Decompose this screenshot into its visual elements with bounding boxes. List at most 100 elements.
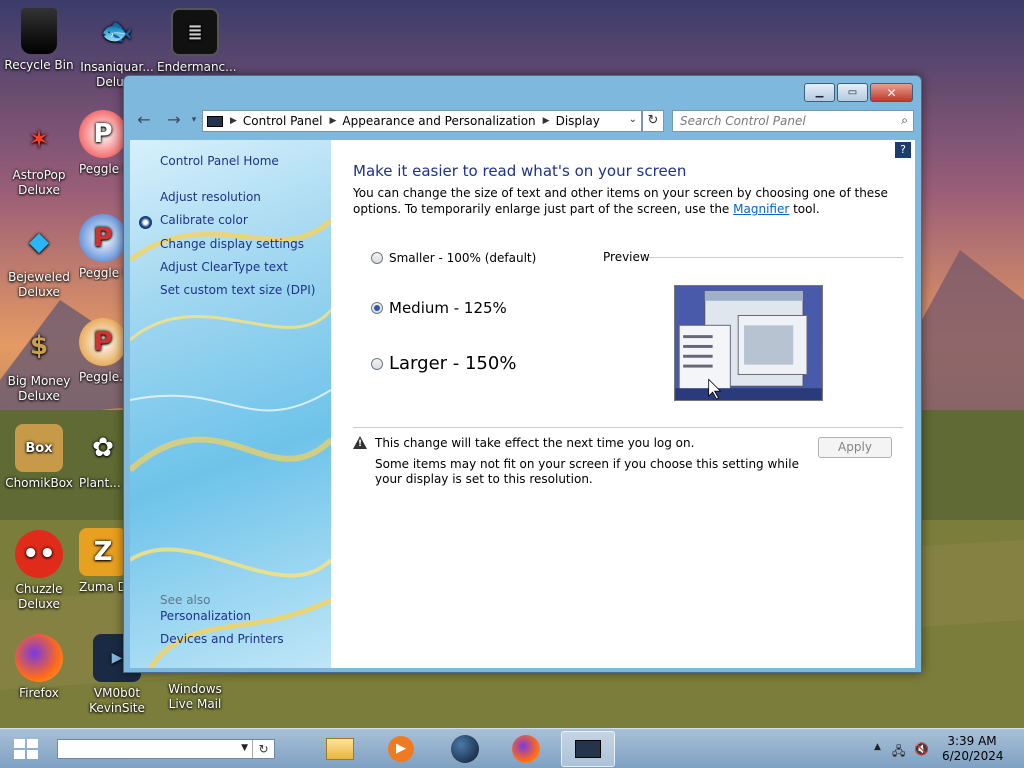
window-content: Control Panel Home Adjust resolution Cal…	[130, 140, 915, 668]
search-input[interactable]: Search Control Panel ⌕	[672, 110, 914, 132]
desktop-icon-astropop[interactable]: ✶ AstroPop Deluxe	[1, 116, 77, 198]
maximize-button[interactable]: ▭	[837, 83, 868, 102]
breadcrumb-arrow-icon[interactable]: ▶	[230, 116, 237, 126]
magnifier-link[interactable]: Magnifier	[733, 202, 789, 216]
option-label: Larger - 150%	[389, 353, 517, 374]
desktop-icon-label: Plant... Zomb...	[79, 476, 125, 490]
back-button[interactable]: ←	[134, 112, 154, 130]
sidebar-link-personalization[interactable]: Personalization	[160, 609, 251, 623]
display-window: ▁ ▭ ✕ ← → ▾ ▶ Control Panel ▶ Appearance…	[123, 75, 922, 673]
page-title: Make it easier to read what's on your sc…	[353, 162, 687, 180]
peggle-icon: P	[79, 110, 125, 158]
refresh-icon[interactable]: ↻	[252, 740, 274, 758]
search-placeholder: Search Control Panel	[680, 114, 806, 128]
address-bar[interactable]: ▶ Control Panel ▶ Appearance and Persona…	[202, 110, 642, 132]
desktop-icon-chuzzle[interactable]: •• Chuzzle Deluxe	[1, 530, 77, 612]
desktop-icon-chomikbox[interactable]: Box ChomikBox	[1, 424, 77, 491]
taskbar-firefox[interactable]	[499, 731, 553, 767]
desktop-icon-label: Endermanc...	[157, 60, 237, 74]
apply-button[interactable]: Apply	[818, 437, 892, 458]
warning-title: This change will take effect the next ti…	[375, 436, 695, 450]
desktop-icon-bejeweled[interactable]: ◆ Bejeweled Deluxe	[1, 218, 77, 300]
show-hidden-icons-button[interactable]: ▲	[874, 742, 881, 752]
address-dropdown-icon[interactable]: ⌄	[629, 114, 637, 125]
desktop-icon-peggle-nights[interactable]: P Peggle N... Delu...	[79, 214, 125, 281]
option-smaller-radio[interactable]: Smaller - 100% (default)	[371, 251, 536, 265]
globe-icon	[451, 735, 479, 763]
breadcrumb-display[interactable]: Display	[556, 114, 600, 128]
desktop-icon-peggle-warcraft[interactable]: P Peggle... of Warc...	[79, 318, 125, 385]
radio-button[interactable]	[371, 252, 383, 264]
media-player-icon: ▶	[388, 736, 414, 762]
forward-arrow-icon: →	[167, 110, 181, 129]
desktop-icon-zuma[interactable]: Z Zuma D...	[79, 528, 125, 595]
desktop-icon-label: Firefox	[19, 686, 59, 700]
desktop-icon-plants-zombies[interactable]: ✿ Plant... Zomb...	[79, 424, 125, 491]
money-bag-icon: $	[29, 330, 49, 361]
desktop-icon-endermanch[interactable]: ≣ Endermanc...	[157, 8, 237, 75]
breadcrumb-appearance[interactable]: Appearance and Personalization	[342, 114, 535, 128]
desktop-icon-peggle[interactable]: P Peggle D...	[79, 110, 125, 177]
radio-button-selected[interactable]	[371, 302, 383, 314]
sidebar: Control Panel Home Adjust resolution Cal…	[130, 140, 331, 668]
taskbar-control-panel[interactable]	[561, 731, 615, 767]
control-panel-icon	[207, 115, 223, 127]
taskbar-media-player[interactable]: ▶	[374, 731, 428, 767]
help-icon[interactable]: ?	[895, 142, 911, 158]
navigation-bar: ← → ▾ ▶ Control Panel ▶ Appearance and P…	[124, 104, 921, 136]
search-icon[interactable]: ⌕	[901, 113, 908, 128]
sidebar-link-adjust-resolution[interactable]: Adjust resolution	[160, 190, 261, 204]
close-icon: ✕	[886, 85, 897, 100]
option-larger-radio[interactable]: Larger - 150%	[371, 353, 516, 374]
clock[interactable]: 3:39 AM 6/20/2024	[942, 734, 1004, 764]
recent-pages-button[interactable]: ▾	[184, 112, 204, 130]
desktop-icon-big-money[interactable]: $ Big Money Deluxe	[1, 322, 77, 404]
title-bar[interactable]: ▁ ▭ ✕	[124, 76, 921, 104]
taskbar-globe-app[interactable]	[438, 731, 492, 767]
section-divider	[353, 427, 903, 428]
firefox-icon	[512, 735, 540, 763]
sidebar-control-panel-home[interactable]: Control Panel Home	[160, 154, 279, 168]
sidebar-link-adjust-cleartype[interactable]: Adjust ClearType text	[160, 260, 288, 274]
forward-button[interactable]: →	[164, 112, 184, 130]
astropop-icon: ✶	[28, 124, 50, 155]
recycle-bin-icon	[21, 8, 57, 54]
option-medium-radio[interactable]: Medium - 125%	[371, 299, 507, 317]
taskbar: ▼ ↻ ▶ ▲ 🖧 🔇 3:39 AM 6/20/2024	[0, 728, 1024, 768]
desktop-icon-label: ChomikBox	[5, 476, 73, 490]
breadcrumb-control-panel[interactable]: Control Panel	[243, 114, 323, 128]
breadcrumb-arrow-icon[interactable]: ▶	[543, 116, 550, 126]
minimize-button[interactable]: ▁	[804, 83, 835, 102]
clock-time: 3:39 AM	[947, 734, 997, 748]
gem-icon: ◆	[29, 226, 49, 257]
desktop-icon-label: Zuma D...	[79, 580, 125, 594]
folder-icon	[326, 738, 354, 760]
volume-muted-icon[interactable]: 🔇	[914, 742, 929, 756]
radio-button[interactable]	[371, 357, 383, 370]
fish-icon: 🐟	[100, 16, 134, 47]
taskbar-file-explorer[interactable]	[313, 731, 367, 767]
refresh-button[interactable]: ↻	[642, 110, 664, 132]
desktop-icon-label: Chuzzle Deluxe	[15, 582, 63, 611]
network-icon[interactable]: 🖧	[892, 742, 905, 763]
system-tray: ▲ 🖧 🔇 3:39 AM 6/20/2024	[864, 729, 1024, 768]
desktop-icon-label: AstroPop Deluxe	[12, 168, 66, 197]
desktop-icon-windows-live-mail[interactable]: Windows Live Mail	[157, 682, 233, 712]
preview-divider	[649, 257, 903, 258]
chevron-down-icon[interactable]: ▼	[241, 743, 248, 753]
warning-detail: Some items may not fit on your screen if…	[375, 457, 799, 486]
start-button[interactable]	[8, 735, 44, 763]
sidebar-link-devices-printers[interactable]: Devices and Printers	[160, 632, 284, 646]
close-button[interactable]: ✕	[870, 83, 913, 102]
taskbar-search-input[interactable]: ▼ ↻	[57, 739, 275, 759]
calibrate-color-icon	[139, 216, 152, 229]
sidebar-link-change-display-settings[interactable]: Change display settings	[160, 237, 304, 251]
option-label: Medium - 125%	[389, 299, 507, 317]
breadcrumb-arrow-icon[interactable]: ▶	[330, 116, 337, 126]
sidebar-link-calibrate-color[interactable]: Calibrate color	[160, 213, 248, 227]
maximize-icon: ▭	[847, 87, 858, 98]
desktop-icon-recycle-bin[interactable]: Recycle Bin	[1, 8, 77, 73]
firefox-icon	[15, 634, 63, 682]
desktop-icon-firefox[interactable]: Firefox	[1, 634, 77, 701]
sidebar-link-custom-text-size[interactable]: Set custom text size (DPI)	[160, 283, 315, 297]
